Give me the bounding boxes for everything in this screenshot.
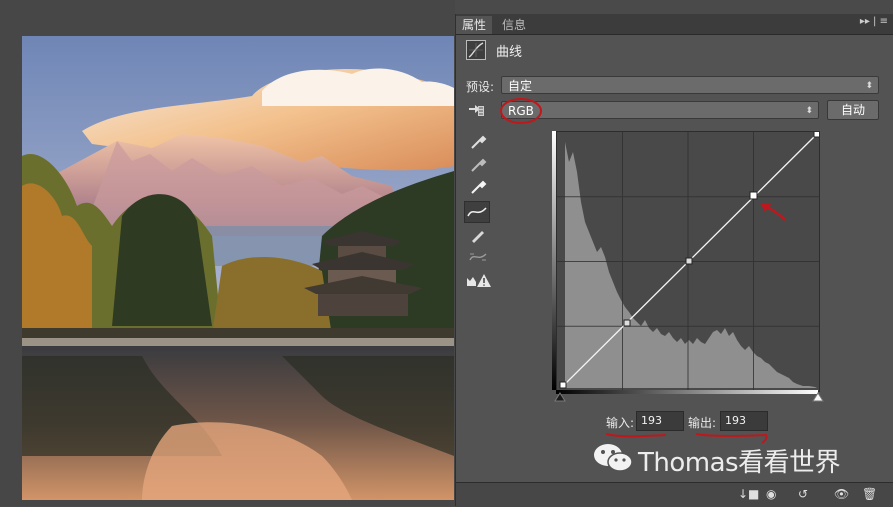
clip-to-layer-icon[interactable]: ↓■: [738, 487, 759, 501]
curves-icon: [466, 40, 486, 60]
panel-footer: ↓■ ◉ ↺ 👁 🗑: [456, 482, 893, 507]
view-previous-icon[interactable]: ◉: [766, 487, 776, 501]
black-slider[interactable]: [554, 392, 566, 402]
reset-icon[interactable]: ↺: [798, 487, 808, 501]
curve-point-tool-icon[interactable]: [464, 201, 490, 223]
smooth-curve-icon[interactable]: [468, 248, 488, 266]
visibility-eye-icon[interactable]: 👁: [834, 487, 849, 501]
watermark-text: Thomas看看世界: [638, 448, 841, 478]
panel-menu-icon[interactable]: ▸▸ | ≡: [860, 16, 888, 27]
watermark: Thomas看看世界: [592, 440, 841, 478]
chevron-updown-icon: ⬍: [865, 81, 873, 91]
eyedropper-gray-icon[interactable]: [468, 155, 488, 173]
chevron-updown-icon: ⬍: [805, 106, 813, 116]
auto-button[interactable]: 自动: [827, 100, 879, 120]
preset-value: 自定: [508, 79, 533, 93]
channel-select[interactable]: RGB ⬍: [501, 101, 819, 119]
pencil-icon[interactable]: [468, 226, 488, 244]
curve-point-white[interactable]: [813, 130, 821, 138]
curves-graph[interactable]: [556, 130, 821, 392]
input-gradient-bar: [556, 390, 818, 394]
curve-point-black[interactable]: [559, 381, 567, 389]
curve-point-selected[interactable]: [749, 191, 758, 200]
tab-info[interactable]: 信息: [496, 16, 532, 34]
eyedropper-black-icon[interactable]: [468, 132, 488, 150]
trash-icon[interactable]: 🗑: [862, 487, 877, 501]
preset-label: 预设:: [466, 80, 495, 94]
landscape-photo: [22, 36, 454, 500]
eyedropper-white-icon[interactable]: [468, 177, 488, 195]
tab-properties[interactable]: 属性: [456, 16, 493, 34]
hand-adjust-icon[interactable]: [466, 102, 486, 120]
white-slider[interactable]: [812, 392, 824, 402]
preset-select[interactable]: 自定 ⬍: [501, 76, 879, 94]
red-circle-annotation: [500, 98, 542, 124]
curve-point-midtone[interactable]: [685, 257, 693, 265]
properties-panel: 属性 信息 ▸▸ | ≡ 曲线 预设: 自定 ⬍ RGB ⬍ 自动 输入: 19…: [455, 14, 893, 507]
clipping-warning-icon[interactable]: [466, 272, 492, 290]
wechat-icon: [594, 444, 633, 472]
panel-title: 曲线: [496, 45, 523, 60]
panel-tabbar: 属性 信息 ▸▸ | ≡: [456, 14, 893, 35]
curve-point-shadow[interactable]: [623, 319, 631, 327]
output-gradient-bar: [552, 131, 556, 390]
